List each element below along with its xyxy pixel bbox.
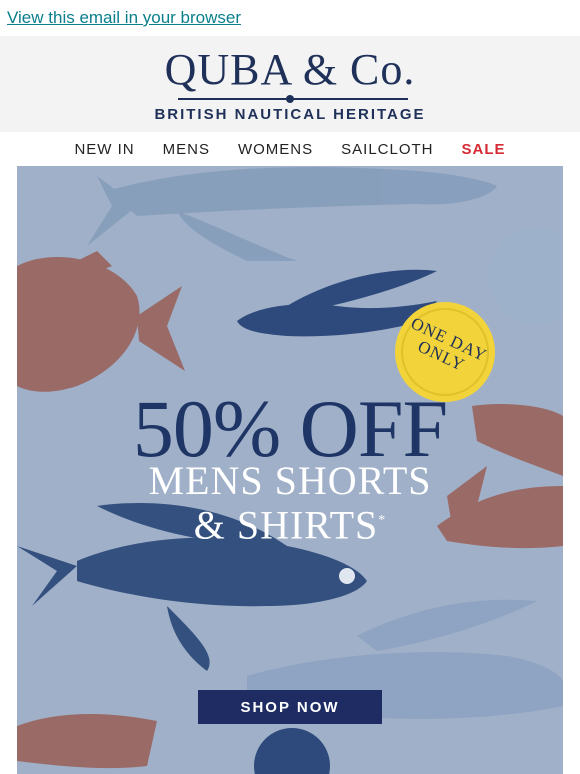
nav-item-new-in[interactable]: NEW IN <box>74 141 134 158</box>
promo-subline-2: & SHIRTS* <box>17 501 563 545</box>
main-nav: NEW IN MENS WOMENS SAILCLOTH SALE <box>0 132 580 166</box>
brand-logo[interactable]: QUBA & Co. <box>0 48 580 92</box>
brand-header: QUBA & Co. BRITISH NAUTICAL HERITAGE <box>0 36 580 132</box>
shop-now-button[interactable]: SHOP NOW <box>198 690 382 724</box>
nav-item-womens[interactable]: WOMENS <box>238 141 313 158</box>
preheader: View this email in your browser <box>0 0 580 36</box>
promo-subline-1: MENS SHORTS <box>148 458 432 503</box>
footnote-mark: * <box>378 513 387 528</box>
promo-subline-2-text: & SHIRTS <box>193 502 379 548</box>
brand-tagline: BRITISH NAUTICAL HERITAGE <box>154 106 426 123</box>
nav-item-sailcloth[interactable]: SAILCLOTH <box>341 141 433 158</box>
nav-item-sale[interactable]: SALE <box>462 141 506 158</box>
view-in-browser-link[interactable]: View this email in your browser <box>7 8 241 28</box>
hero-banner[interactable]: ONE DAY ONLY 50% OFF MENS SHORTS & SHIRT… <box>17 166 563 774</box>
logo-divider <box>178 95 408 103</box>
nav-item-mens[interactable]: MENS <box>163 141 210 158</box>
